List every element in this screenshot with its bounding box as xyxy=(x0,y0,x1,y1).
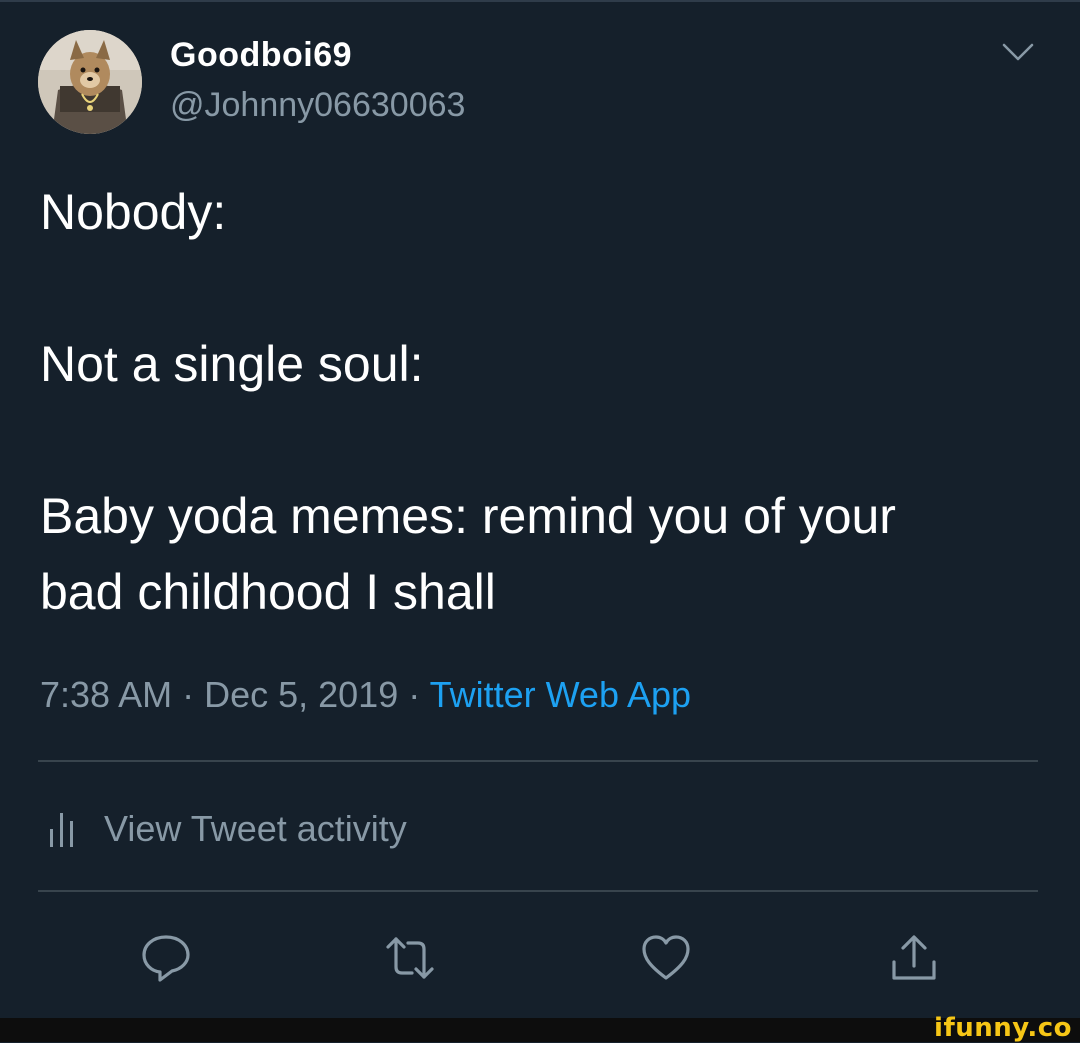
tweet-card: Goodboi69 @Johnny06630063 Nobody: Not a … xyxy=(0,0,1080,1020)
watermark-bar xyxy=(0,1018,1080,1042)
divider xyxy=(38,890,1038,892)
tweet-line xyxy=(40,402,1050,478)
tweet-text: Nobody: Not a single soul: Baby yoda mem… xyxy=(40,174,1050,630)
dog-avatar-icon xyxy=(38,30,142,134)
tweet-line: Baby yoda memes: remind you of your xyxy=(40,488,896,544)
share-icon xyxy=(892,935,936,980)
meta-separator: · xyxy=(398,674,430,715)
reply-icon xyxy=(142,935,190,982)
retweet-icon xyxy=(386,937,434,979)
tweet-time: 7:38 AM xyxy=(40,674,173,715)
divider xyxy=(38,760,1038,762)
heart-icon xyxy=(642,935,690,980)
share-button[interactable] xyxy=(884,930,944,986)
bar-chart-icon xyxy=(50,813,73,847)
tweet-line xyxy=(40,250,1050,326)
tweet-meta: 7:38 AM · Dec 5, 2019 · Twitter Web App xyxy=(40,674,691,716)
like-button[interactable] xyxy=(636,930,696,986)
view-tweet-activity-label: View Tweet activity xyxy=(104,808,407,849)
reply-button[interactable] xyxy=(136,930,196,986)
retweet-button[interactable] xyxy=(380,930,440,986)
display-name[interactable]: Goodboi69 xyxy=(170,36,352,75)
user-handle[interactable]: @Johnny06630063 xyxy=(170,86,465,125)
tweet-date: Dec 5, 2019 xyxy=(204,674,399,715)
view-tweet-activity-button[interactable]: View Tweet activity xyxy=(48,802,407,856)
user-avatar[interactable] xyxy=(38,30,142,134)
tweet-line: bad childhood I shall xyxy=(40,564,496,620)
meta-separator: · xyxy=(172,674,205,715)
tweet-source-link[interactable]: Twitter Web App xyxy=(430,674,691,715)
chevron-down-icon[interactable] xyxy=(1000,40,1036,64)
ifunny-watermark: ifunny.co xyxy=(934,1013,1072,1043)
tweet-line: Nobody: xyxy=(40,184,227,240)
tweet-line: Not a single soul: xyxy=(40,336,424,392)
